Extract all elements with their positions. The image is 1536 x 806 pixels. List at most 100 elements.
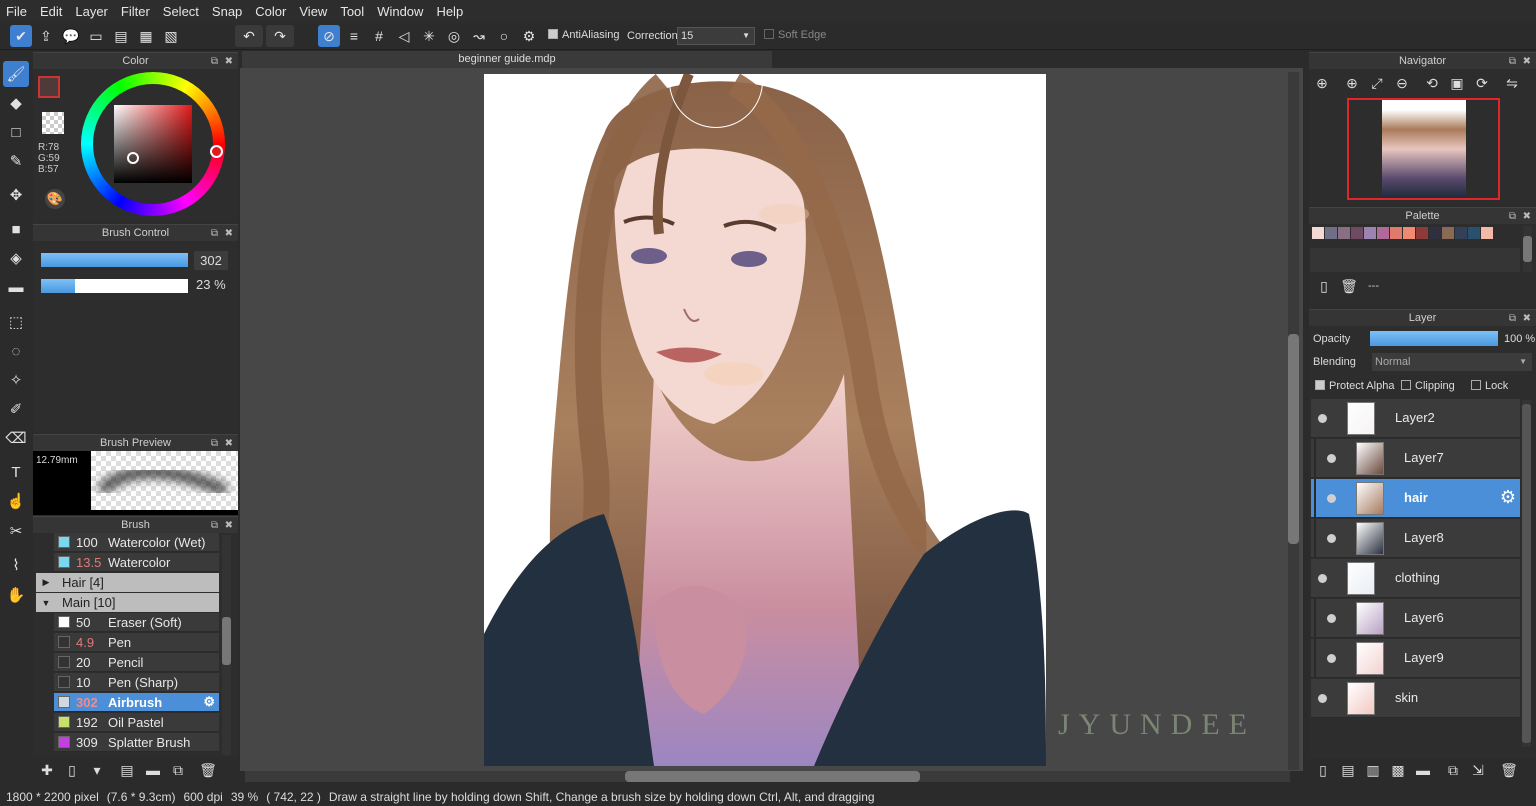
brush-size-slider[interactable] — [41, 253, 188, 267]
divide-tool-icon[interactable]: ✂ — [3, 518, 29, 544]
brush-settings-icon[interactable]: ▤ — [117, 760, 137, 780]
float-icon[interactable]: ⧉ — [211, 225, 218, 242]
palette-swatch[interactable] — [1364, 227, 1376, 239]
rotate-left-icon[interactable]: ⟲ — [1422, 73, 1442, 93]
snap-parallel-icon[interactable]: ≡ — [343, 25, 365, 47]
close-icon[interactable]: ✖ — [225, 53, 233, 70]
undo-icon[interactable]: ↶ — [235, 25, 263, 47]
move-tool-icon[interactable]: ✥ — [3, 182, 29, 208]
layer-opacity-slider[interactable] — [1370, 331, 1498, 346]
float-icon[interactable]: ⧉ — [1509, 208, 1516, 225]
select-eraser-tool-icon[interactable]: ⌫ — [3, 425, 29, 451]
palette-swatch[interactable] — [1416, 227, 1428, 239]
canvas-vertical-scroll-thumb[interactable] — [1288, 334, 1299, 544]
document-tab[interactable]: beginner guide.mdp — [242, 51, 772, 68]
brush-tool-icon[interactable]: 🖌 — [3, 61, 29, 87]
merge-layer-icon[interactable]: ⇲ — [1468, 760, 1488, 780]
palette-swatch[interactable] — [1403, 227, 1415, 239]
brush-item[interactable]: 100 Watercolor (Wet) — [54, 533, 219, 552]
dot-brush-tool-icon[interactable]: ✎ — [3, 148, 29, 174]
saturation-value-square[interactable] — [114, 105, 192, 183]
snap-ellipse-icon[interactable]: ○ — [493, 25, 515, 47]
canvas-horizontal-scroll-thumb[interactable] — [625, 771, 920, 782]
grid-layout-icon[interactable]: ▧ — [160, 25, 182, 47]
close-icon[interactable]: ✖ — [225, 225, 233, 242]
menu-help[interactable]: Help — [436, 4, 463, 19]
page-icon[interactable]: ▤ — [110, 25, 132, 47]
background-color-swatch[interactable] — [42, 112, 64, 134]
brush-item[interactable]: 4.9 Pen — [54, 633, 219, 652]
soft-edge-checkbox[interactable]: Soft Edge — [764, 29, 826, 41]
layer-row[interactable]: Layer7 — [1311, 439, 1520, 478]
brush-settings-icon[interactable]: ⚙ — [203, 694, 215, 710]
brush-list-scrollbar[interactable] — [222, 535, 231, 755]
layer-settings-icon[interactable]: ⚙ — [1500, 487, 1516, 508]
sv-cursor[interactable] — [127, 152, 139, 164]
visibility-icon[interactable] — [1318, 574, 1327, 583]
layer-list-scroll-thumb[interactable] — [1522, 404, 1531, 743]
menu-color[interactable]: Color — [255, 4, 286, 19]
antialiasing-checkbox[interactable]: AntiAliasing — [548, 29, 619, 41]
lock-checkbox[interactable]: Lock — [1471, 380, 1508, 392]
flip-icon[interactable]: ⇋ — [1502, 73, 1522, 93]
brush-list-scroll-thumb[interactable] — [222, 617, 231, 665]
shape-tool-icon[interactable]: □ — [3, 119, 29, 145]
fill-rect-tool-icon[interactable]: ■ — [3, 216, 29, 242]
menu-select[interactable]: Select — [163, 4, 199, 19]
snap-settings-icon[interactable]: ⚙ — [518, 25, 540, 47]
duplicate-brush-icon[interactable]: ⧉ — [168, 760, 188, 780]
float-icon[interactable]: ⧉ — [211, 53, 218, 70]
snap-circle-icon[interactable]: ◎ — [443, 25, 465, 47]
new-brush-icon[interactable]: ▯ — [62, 760, 82, 780]
snap-off-icon[interactable]: ⊘ — [318, 25, 340, 47]
brush-folder-icon[interactable]: ▬ — [143, 760, 163, 780]
hand-tool-icon[interactable]: ✋ — [3, 582, 29, 608]
brush-opacity-slider[interactable] — [41, 279, 188, 293]
visibility-icon[interactable] — [1327, 654, 1336, 663]
palette-swatch[interactable] — [1442, 227, 1454, 239]
palette-swatch[interactable] — [1455, 227, 1467, 239]
chevron-right-icon[interactable]: ▶ — [36, 577, 56, 588]
visibility-icon[interactable] — [1327, 454, 1336, 463]
layer-row[interactable]: hair ⚙ — [1311, 479, 1520, 518]
palette-swatch[interactable] — [1429, 227, 1441, 239]
snap-grid-icon[interactable]: # — [368, 25, 390, 47]
menu-file[interactable]: File — [6, 4, 27, 19]
snap-curve-icon[interactable]: ↝ — [468, 25, 490, 47]
visibility-icon[interactable] — [1327, 494, 1336, 503]
new-8bit-layer-icon[interactable]: ▤ — [1338, 760, 1358, 780]
palette-swatch[interactable] — [1377, 227, 1389, 239]
fit-icon[interactable]: ⤢ — [1367, 73, 1387, 93]
brush-item[interactable]: 20 Pencil — [54, 653, 219, 672]
new-1bit-layer-icon[interactable]: ▥ — [1363, 760, 1383, 780]
canvas-vertical-scrollbar[interactable] — [1288, 72, 1299, 770]
visibility-icon[interactable] — [1318, 694, 1327, 703]
brush-item[interactable]: 302 Airbrush ⚙ — [54, 693, 219, 712]
layer-row[interactable]: clothing — [1311, 559, 1520, 598]
layer-row[interactable]: skin — [1311, 679, 1520, 718]
rotate-right-icon[interactable]: ⟳ — [1472, 73, 1492, 93]
brush-group[interactable]: ▼ Main [10] — [36, 593, 219, 612]
comment-icon[interactable]: ▭ — [85, 25, 107, 47]
duplicate-layer-icon[interactable]: ⧉ — [1443, 760, 1463, 780]
correction-select[interactable]: 15 ▼ — [677, 27, 755, 45]
zoom-out-icon[interactable]: ⊖ — [1392, 73, 1412, 93]
operation-tool-icon[interactable]: ☝ — [3, 488, 29, 514]
palette-swatch[interactable] — [1390, 227, 1402, 239]
hue-ring[interactable] — [81, 72, 225, 216]
eraser-tool-icon[interactable]: ◆ — [3, 90, 29, 116]
brush-group[interactable]: ▶ Hair [4] — [36, 573, 219, 592]
delete-palette-icon[interactable]: 🗑 — [1339, 276, 1359, 296]
new-layer-icon[interactable]: ▯ — [1313, 760, 1333, 780]
palette-icon[interactable]: 🎨 — [45, 189, 65, 209]
float-icon[interactable]: ⧉ — [1509, 310, 1516, 327]
zoom-in-alt-icon[interactable]: ⊕ — [1342, 73, 1362, 93]
brush-item[interactable]: 13.5 Watercolor — [54, 553, 219, 572]
artwork-canvas[interactable] — [484, 74, 1046, 766]
text-tool-icon[interactable]: T — [3, 459, 29, 485]
eyedropper-tool-icon[interactable]: ⌇ — [3, 552, 29, 578]
layer-row[interactable]: Layer2 — [1311, 399, 1520, 438]
zoom-in-icon[interactable]: ⊕ — [1312, 73, 1332, 93]
menu-snap[interactable]: Snap — [212, 4, 242, 19]
protect-alpha-checkbox[interactable]: Protect Alpha — [1315, 380, 1394, 392]
